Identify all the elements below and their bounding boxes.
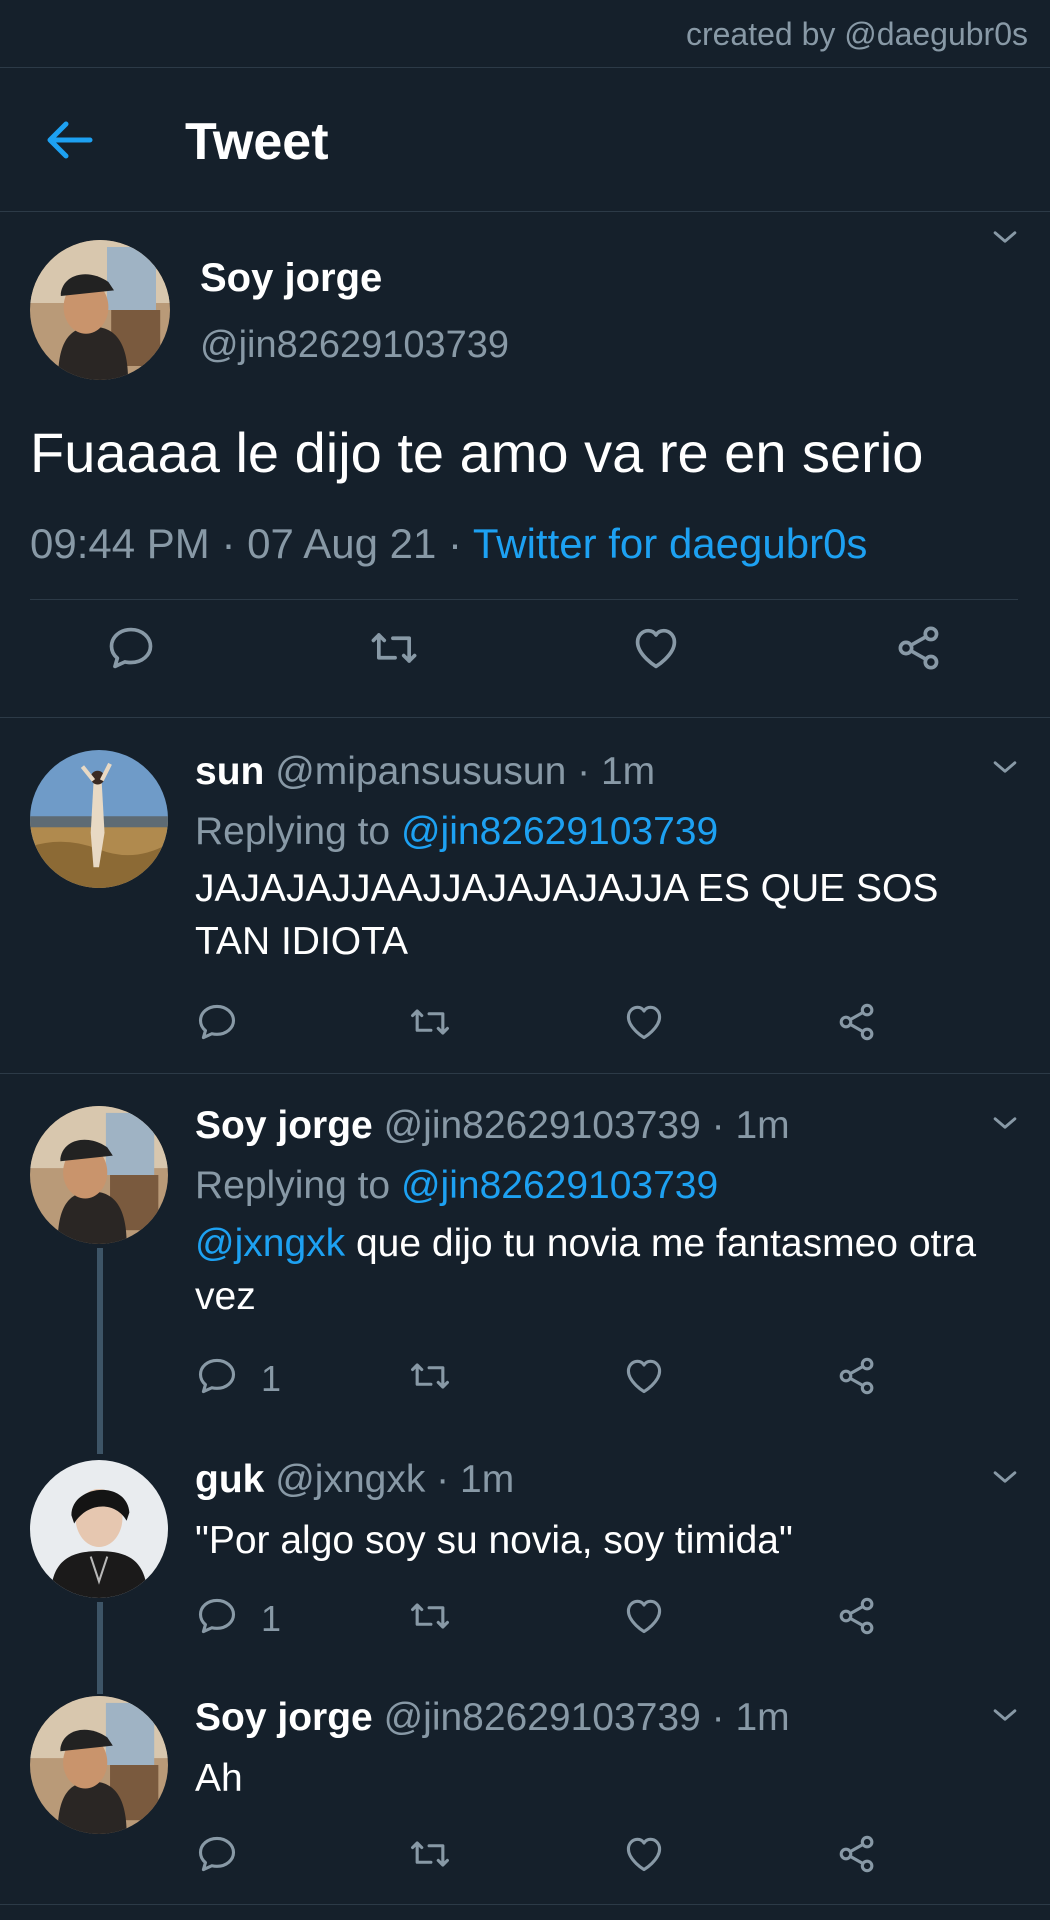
credit-bar: created by @daegubr0s [0,0,1050,68]
tweet-text: JAJAJAJJAAJJAJAJAJAJJA ES QUE SOS TAN ID… [195,867,939,963]
reply-icon[interactable] [195,1000,239,1044]
replying-label: Replying to [195,1164,391,1207]
author-handle[interactable]: @jin82629103739 [384,1696,701,1739]
main-tweet: Soy jorge @jin82629103739 Fuaaaa le dijo… [0,212,1050,718]
avatar[interactable] [30,750,168,888]
chevron-down-icon[interactable] [988,750,1022,784]
reply-icon[interactable] [195,1832,239,1876]
retweet-icon[interactable] [408,1832,452,1876]
replying-to: Replying to @jin82629103739 [195,810,718,854]
tweet-meta: 09:44 PM · 07 Aug 21 · Twitter for daegu… [30,520,867,568]
chevron-down-icon[interactable] [988,1698,1022,1732]
tweet-header: sun @mipansususun · 1m [195,750,655,794]
meta-separator: · [436,1458,450,1501]
watermark-credit: created by @daegubr0s [685,16,1028,52]
reply-icon[interactable] [195,1594,239,1638]
author-handle[interactable]: @mipansususun [275,750,566,793]
share-icon[interactable] [835,1832,879,1876]
like-icon[interactable] [622,1594,666,1638]
tweet-actions: 1 [195,1594,955,1644]
tweet-time: 1m [460,1458,515,1501]
tweet-time: 1m [735,1696,790,1739]
avatar[interactable] [30,1696,168,1834]
divider [0,1904,1050,1905]
retweet-icon[interactable] [408,1594,452,1638]
author-name[interactable]: Soy jorge [200,256,382,301]
reply-tweet: Soy jorge @jin82629103739 · 1m Replying … [0,1074,1050,1428]
tweet-text: "Por algo soy su novia, soy timida" [195,1519,793,1562]
share-icon[interactable] [835,1594,879,1638]
retweet-icon[interactable] [368,622,420,674]
share-icon[interactable] [835,1354,879,1398]
tweet-date: 07 Aug 21 [247,520,437,567]
replying-label: Replying to [195,810,391,853]
meta-separator: · [711,1104,725,1147]
tweet-time: 1m [735,1104,790,1147]
tweet-actions: 1 [195,1354,955,1404]
page-title: Tweet [185,113,329,171]
reply-count: 1 [261,1358,282,1399]
share-icon[interactable] [893,622,945,674]
reply-tweet: sun @mipansususun · 1m Replying to @jin8… [0,718,1050,1074]
author-name[interactable]: Soy jorge [195,1696,373,1739]
tweet-text: Fuaaaa le dijo te amo va re en serio [30,421,924,484]
tweet-time: 09:44 PM [30,520,210,567]
tweet-header: guk @jxngxk · 1m [195,1458,514,1502]
tweet-time: 1m [600,750,656,793]
reply-tweet: Soy jorge @jin82629103739 · 1m Ah [0,1666,1050,1904]
tweet-header: Soy jorge @jin82629103739 · 1m [195,1104,790,1148]
meta-separator: · [221,520,236,567]
avatar[interactable] [30,1106,168,1244]
retweet-icon[interactable] [408,1000,452,1044]
divider [30,599,1018,600]
author-name[interactable]: Soy jorge [195,1104,373,1147]
tweet-actions [0,622,1050,692]
retweet-icon[interactable] [408,1354,452,1398]
tweet-text: @jxngxk que dijo tu novia me fantasmeo o… [195,1217,1015,1323]
reply-tweet: guk @jxngxk · 1m "Por algo soy su novia,… [0,1428,1050,1666]
replying-handle-link[interactable]: @jin82629103739 [401,1164,718,1207]
reply-icon[interactable] [195,1354,239,1398]
tweet-actions [195,1000,955,1050]
back-arrow-icon[interactable] [44,116,96,164]
tweet-source-link[interactable]: Twitter for daegubr0s [473,520,868,567]
replying-handle-link[interactable]: @jin82629103739 [401,810,718,853]
author-handle[interactable]: @jin82629103739 [200,324,509,367]
chevron-down-icon[interactable] [988,1106,1022,1140]
like-icon[interactable] [622,1832,666,1876]
meta-separator: · [711,1696,725,1739]
top-bar: Tweet [0,68,1050,212]
replying-to: Replying to @jin82629103739 [195,1164,718,1208]
reply-icon[interactable] [105,622,157,674]
author-handle[interactable]: @jxngxk [275,1458,425,1501]
reply-count: 1 [261,1598,282,1639]
author-name[interactable]: sun [195,750,264,793]
share-icon[interactable] [835,1000,879,1044]
like-icon[interactable] [630,622,682,674]
author-name[interactable]: guk [195,1458,264,1501]
meta-separator: · [447,520,462,567]
tweet-actions [195,1832,955,1882]
meta-separator: · [577,750,591,793]
author-handle[interactable]: @jin82629103739 [384,1104,701,1147]
chevron-down-icon[interactable] [988,1460,1022,1494]
tweet-header: Soy jorge @jin82629103739 · 1m [195,1696,790,1740]
mention-link[interactable]: @jxngxk [195,1222,345,1265]
avatar[interactable] [30,1460,168,1598]
like-icon[interactable] [622,1000,666,1044]
chevron-down-icon[interactable] [988,220,1022,254]
tweet-text: Ah [195,1757,243,1800]
avatar[interactable] [30,240,170,380]
like-icon[interactable] [622,1354,666,1398]
